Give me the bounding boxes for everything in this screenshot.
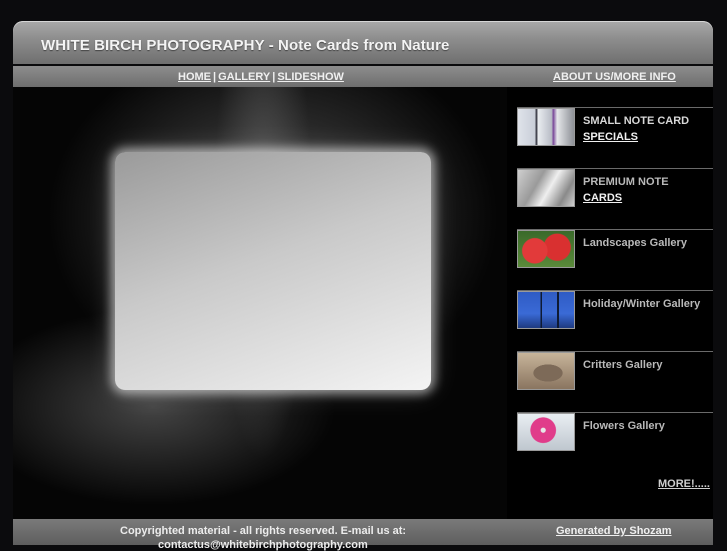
sidebar-item-label[interactable]: Flowers Gallery — [583, 418, 711, 434]
site-footer: Copyrighted material - all rights reserv… — [13, 519, 713, 551]
nav-bar: HOME | GALLERY | SLIDESHOW ABOUT US/MORE INF… — [13, 66, 713, 87]
sidebar-item-landscapes-gallery[interactable]: Landscapes Gallery — [517, 229, 713, 270]
slideshow-photo-frame[interactable] — [115, 152, 431, 390]
red-flowers-thumbnail[interactable] — [517, 230, 575, 268]
sidebar-item-label[interactable]: Critters Gallery — [583, 357, 711, 373]
site-frame: WHITE BIRCH PHOTOGRAPHY - Note Cards fro… — [13, 21, 713, 551]
nav-links: HOME | GALLERY | SLIDESHOW — [178, 71, 344, 83]
sidebar-item-label-line2[interactable]: SPECIALS — [583, 131, 638, 143]
slideshow-area — [13, 87, 507, 519]
contact-email[interactable]: contactus@whitebirchphotography.com — [158, 539, 368, 551]
copyright-text: Copyrighted material - all rights reserv… — [120, 525, 407, 537]
sidebar-item-label-line1: SMALL NOTE CARD — [583, 115, 690, 127]
sidebar-item-label[interactable]: SMALL NOTE CARD SPECIALS — [583, 113, 711, 145]
sidebar-item-small-note-card-specials[interactable]: SMALL NOTE CARD SPECIALS — [517, 107, 713, 148]
sidebar-item-critters-gallery[interactable]: Critters Gallery — [517, 351, 713, 392]
sidebar-item-holiday-winter-gallery[interactable]: Holiday/Winter Gallery — [517, 290, 713, 331]
sidebar-item-premium-note-cards[interactable]: PREMIUM NOTE CARDS — [517, 168, 713, 209]
generated-by-link[interactable]: Generated by Shozam — [556, 525, 672, 537]
toad-thumbnail[interactable] — [517, 352, 575, 390]
note-cards-thumbnail[interactable] — [517, 108, 575, 146]
blue-sky-thumbnail[interactable] — [517, 291, 575, 329]
sidebar-item-label[interactable]: PREMIUM NOTE CARDS — [583, 174, 711, 206]
sidebar-item-label-line1: PREMIUM NOTE — [583, 176, 669, 188]
site-header: WHITE BIRCH PHOTOGRAPHY - Note Cards fro… — [13, 21, 713, 64]
sidebar-item-label[interactable]: Landscapes Gallery — [583, 235, 711, 251]
nav-gallery-link[interactable]: GALLERY — [218, 71, 270, 83]
nav-home-link[interactable]: HOME — [178, 71, 211, 83]
site-title: WHITE BIRCH PHOTOGRAPHY - Note Cards fro… — [41, 37, 450, 54]
nav-about-link[interactable]: ABOUT US/MORE INFO — [553, 71, 676, 83]
nav-slideshow-link[interactable]: SLIDESHOW — [277, 71, 344, 83]
sidebar-item-label-line2[interactable]: CARDS — [583, 192, 622, 204]
sidebar-item-label[interactable]: Holiday/Winter Gallery — [583, 296, 711, 312]
more-galleries-link[interactable]: MORE!..... — [658, 478, 710, 490]
pink-flower-thumbnail[interactable] — [517, 413, 575, 451]
premium-cards-thumbnail[interactable] — [517, 169, 575, 207]
page: { "header": { "title": "WHITE BIRCH PHOT… — [0, 0, 727, 551]
sidebar-item-flowers-gallery[interactable]: Flowers Gallery — [517, 412, 713, 453]
gallery-sidebar: SMALL NOTE CARD SPECIALS PREMIUM NOTE CA… — [507, 87, 713, 519]
